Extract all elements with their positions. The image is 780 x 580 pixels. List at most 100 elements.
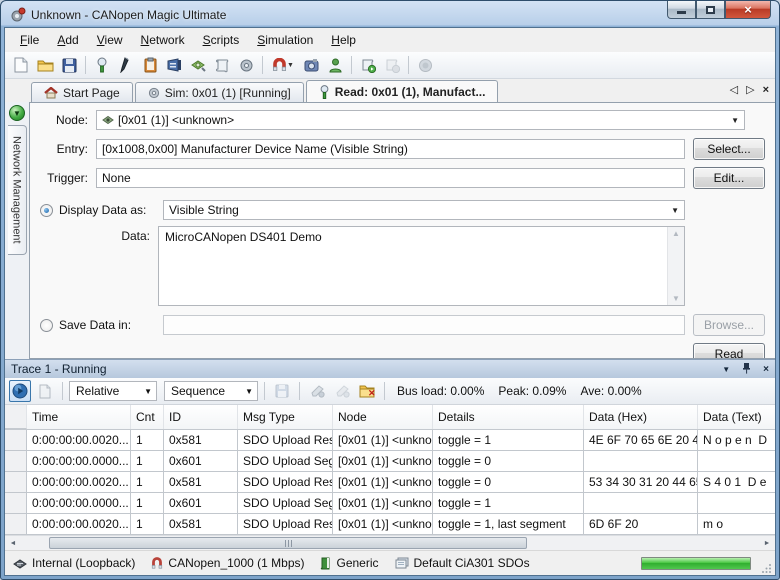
data-scrollbar[interactable]: ▲ ▼: [667, 227, 684, 305]
column-header-data-text[interactable]: Data (Text): [698, 405, 775, 429]
pin-icon[interactable]: [742, 362, 751, 377]
column-header-id[interactable]: ID: [164, 405, 238, 429]
close-button[interactable]: ×: [725, 1, 771, 19]
table-row[interactable]: 0:00:00:00.0020... 1 0x581 SDO Upload Re…: [5, 430, 775, 451]
menu-file[interactable]: File: [11, 29, 48, 51]
table-row[interactable]: 0:00:00:00.0020... 1 0x581 SDO Upload Re…: [5, 514, 775, 535]
trace-save-button[interactable]: [271, 380, 293, 402]
cell-details: toggle = 1, last segment: [433, 514, 584, 535]
minimize-button[interactable]: [667, 1, 696, 19]
trigger-button[interactable]: ▼: [268, 54, 298, 76]
scrollbar-thumb[interactable]: [49, 537, 527, 549]
cell-cnt: 1: [131, 430, 164, 451]
menu-add[interactable]: Add: [48, 29, 87, 51]
table-row[interactable]: 0:00:00:00.0000... 1 0x601 SDO Upload Se…: [5, 493, 775, 514]
tab-scroll-right-icon[interactable]: ▷: [746, 83, 754, 96]
cell-data-hex: 53 34 30 31 20 44 65: [584, 472, 698, 493]
trace-close-icon[interactable]: ×: [763, 364, 769, 375]
menu-scripts[interactable]: Scripts: [194, 29, 249, 51]
read-entry-button[interactable]: [91, 54, 113, 76]
trace-filter-button[interactable]: [331, 380, 353, 402]
maximize-button[interactable]: [696, 1, 725, 19]
network-management-orb-icon[interactable]: ▼: [9, 105, 25, 121]
simulation-button[interactable]: [300, 54, 322, 76]
tab-start-page[interactable]: Start Page: [31, 82, 133, 102]
row-gutter: [5, 472, 27, 493]
select-button[interactable]: Select...: [693, 138, 765, 160]
status-network[interactable]: CANopen_1000 (1 Mbps): [151, 556, 304, 570]
column-header-cnt[interactable]: Cnt: [131, 405, 164, 429]
trace-delete-button[interactable]: ✕: [356, 380, 378, 402]
settings-button[interactable]: [235, 54, 257, 76]
display-data-radio[interactable]: [40, 204, 53, 217]
horizontal-scrollbar[interactable]: ◄ ►: [5, 535, 775, 550]
resize-grip[interactable]: [762, 563, 772, 573]
column-header-node[interactable]: Node: [333, 405, 433, 429]
new-file-button[interactable]: [10, 54, 32, 76]
chevron-down-icon[interactable]: ▼: [245, 387, 253, 396]
trace-clear-button[interactable]: [34, 380, 56, 402]
stop-script-button[interactable]: [381, 54, 403, 76]
tab-close-icon[interactable]: ×: [763, 84, 769, 96]
scroll-down-icon[interactable]: ▼: [672, 294, 680, 303]
menu-view[interactable]: View: [88, 29, 132, 51]
scroll-up-icon[interactable]: ▲: [672, 229, 680, 238]
open-file-button[interactable]: [34, 54, 56, 76]
browse-button[interactable]: Browse...: [693, 314, 765, 336]
trace-panel-titlebar[interactable]: Trace 1 - Running ▼ ×: [5, 359, 775, 378]
status-connection[interactable]: Internal (Loopback): [13, 556, 135, 570]
read-button[interactable]: Read: [693, 343, 765, 359]
save-file-button[interactable]: [58, 54, 80, 76]
clipboard-button[interactable]: [139, 54, 161, 76]
device-button[interactable]: [163, 54, 185, 76]
network-management-tab[interactable]: Network Management: [8, 125, 27, 255]
window-title: Unknown - CANopen Magic Ultimate: [31, 8, 226, 22]
table-row[interactable]: 0:00:00:00.0020... 1 0x581 SDO Upload Re…: [5, 472, 775, 493]
scripts-button[interactable]: [211, 54, 233, 76]
chevron-down-icon[interactable]: ▼: [144, 387, 152, 396]
scroll-left-icon[interactable]: ◄: [5, 536, 21, 551]
column-header-details[interactable]: Details: [433, 405, 584, 429]
network-connector-button[interactable]: [187, 54, 209, 76]
column-header-time[interactable]: Time: [27, 405, 131, 429]
menu-network[interactable]: Network: [132, 29, 194, 51]
trace-menu-chevron-icon[interactable]: ▼: [722, 365, 730, 374]
title-bar[interactable]: Unknown - CANopen Magic Ultimate ×: [4, 1, 776, 27]
status-network-label: CANopen_1000 (1 Mbps): [168, 556, 304, 570]
column-header-data-hex[interactable]: Data (Hex): [584, 405, 698, 429]
save-data-radio[interactable]: [40, 319, 53, 332]
write-entry-button[interactable]: [115, 54, 137, 76]
stop-button[interactable]: [414, 54, 436, 76]
menu-simulation[interactable]: Simulation: [248, 29, 322, 51]
cell-data-text: [698, 493, 775, 514]
trace-highlight-button[interactable]: [306, 380, 328, 402]
edit-button[interactable]: Edit...: [693, 167, 765, 189]
trace-run-button[interactable]: [9, 380, 31, 402]
node-combobox[interactable]: [0x01 (1)] <unknown> ▼: [96, 110, 745, 130]
scroll-right-icon[interactable]: ►: [759, 536, 775, 551]
filter-icon: [335, 384, 350, 398]
entry-field[interactable]: [0x1008,0x00] Manufacturer Device Name (…: [96, 139, 685, 159]
trigger-field[interactable]: None: [96, 168, 685, 188]
node-user-button[interactable]: [324, 54, 346, 76]
minimize-icon: [677, 11, 686, 14]
menu-help[interactable]: Help: [322, 29, 365, 51]
save-path-field[interactable]: [163, 315, 685, 335]
status-sdo-config[interactable]: Default CiA301 SDOs: [395, 556, 530, 570]
chevron-down-icon[interactable]: ▼: [671, 206, 679, 215]
table-row[interactable]: 0:00:00:00.0000... 1 0x601 SDO Upload Se…: [5, 451, 775, 472]
data-textarea[interactable]: MicroCANopen DS401 Demo ▲ ▼: [158, 226, 685, 306]
display-format-combobox[interactable]: Visible String ▼: [163, 200, 685, 220]
status-profile[interactable]: Generic: [320, 556, 378, 570]
chevron-down-icon[interactable]: ▼: [731, 116, 739, 125]
trace-time-mode-combobox[interactable]: Relative ▼: [69, 381, 157, 401]
column-header-msg-type[interactable]: Msg Type: [238, 405, 333, 429]
run-script-button[interactable]: [357, 54, 379, 76]
tab-read-entry[interactable]: Read: 0x01 (1), Manufact...: [306, 80, 499, 102]
trace-sort-combobox[interactable]: Sequence ▼: [164, 381, 258, 401]
tab-sim-node[interactable]: Sim: 0x01 (1) [Running]: [135, 82, 304, 102]
cell-id: 0x581: [164, 514, 238, 535]
tab-scroll-left-icon[interactable]: ◁: [730, 83, 738, 96]
cell-msg-type: SDO Upload Res...: [238, 472, 333, 493]
trace-table-header: Time Cnt ID Msg Type Node Details Data (…: [5, 405, 775, 430]
